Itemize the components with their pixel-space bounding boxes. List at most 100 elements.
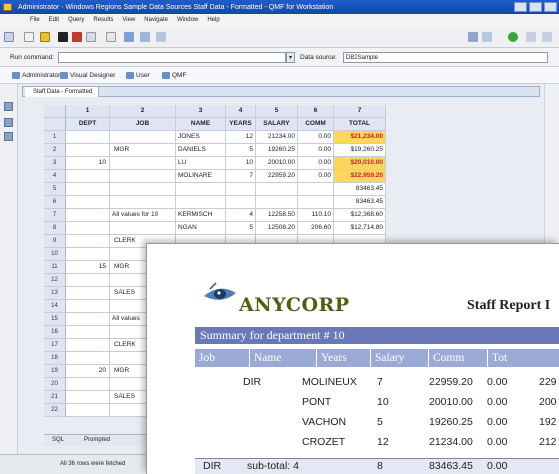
column-header-years[interactable]: YEARS — [226, 118, 256, 131]
grid-cell[interactable] — [66, 196, 110, 209]
menu-help[interactable]: Help — [207, 17, 219, 23]
menu-view[interactable]: View — [122, 17, 135, 23]
row-number[interactable]: 16 — [44, 326, 66, 339]
grid-cell[interactable]: $12,714.80 — [334, 222, 386, 235]
grid-cell[interactable]: 0.00 — [298, 131, 334, 144]
grid-cell[interactable] — [110, 157, 176, 170]
grid-cell[interactable] — [226, 183, 256, 196]
grid-cell[interactable] — [66, 313, 110, 326]
row-number[interactable]: 3 — [44, 157, 66, 170]
grid-cell[interactable]: 22959.20 — [256, 170, 298, 183]
grid-cell[interactable]: 0.00 — [298, 144, 334, 157]
row-number[interactable]: 5 — [44, 183, 66, 196]
paste-icon[interactable] — [140, 32, 150, 42]
zoom-icon[interactable] — [468, 32, 478, 42]
grid-cell[interactable] — [110, 183, 176, 196]
grid-cell[interactable] — [66, 144, 110, 157]
grid-cell[interactable]: 20010.00 — [256, 157, 298, 170]
row-number[interactable]: 1 — [44, 131, 66, 144]
close-button[interactable] — [544, 2, 557, 12]
grid-cell[interactable]: 21234.00 — [256, 131, 298, 144]
grid-cell[interactable] — [110, 196, 176, 209]
row-number[interactable]: 13 — [44, 287, 66, 300]
grid-cell[interactable] — [66, 378, 110, 391]
column-header-comm[interactable]: COMM — [298, 118, 334, 131]
grid-cell[interactable] — [66, 352, 110, 365]
grid-cell[interactable] — [66, 209, 110, 222]
grid-cell[interactable]: $22,959.20 — [334, 170, 386, 183]
grid-cell[interactable] — [66, 326, 110, 339]
grid-cell[interactable]: 5 — [226, 222, 256, 235]
datasource-select[interactable]: DB2Sample — [343, 52, 548, 63]
database-icon[interactable] — [4, 132, 13, 141]
menu-window[interactable]: Window — [177, 17, 198, 23]
print-icon[interactable] — [72, 32, 82, 42]
row-number[interactable]: 6 — [44, 196, 66, 209]
column-header-job[interactable]: JOB — [110, 118, 176, 131]
menu-navigate[interactable]: Navigate — [144, 17, 168, 23]
row-number[interactable]: 2 — [44, 144, 66, 157]
row-number[interactable]: 14 — [44, 300, 66, 313]
open-icon[interactable] — [24, 32, 34, 42]
more-icon[interactable] — [542, 32, 552, 42]
grid-cell[interactable] — [110, 222, 176, 235]
perspective-3[interactable]: QMF — [162, 72, 186, 79]
grid-cell[interactable] — [256, 183, 298, 196]
row-number[interactable]: 10 — [44, 248, 66, 261]
nav-icon[interactable] — [482, 32, 492, 42]
new-icon[interactable] — [4, 32, 14, 42]
column-header-name[interactable]: NAME — [176, 118, 226, 131]
folder-icon[interactable] — [40, 32, 50, 42]
tab-prompted[interactable]: Prompted — [84, 437, 110, 443]
run-icon[interactable] — [508, 32, 518, 42]
grid-cell[interactable]: 206.60 — [298, 222, 334, 235]
grid-cell[interactable] — [256, 196, 298, 209]
grid-cell[interactable] — [66, 339, 110, 352]
perspective-2[interactable]: User — [126, 72, 150, 79]
grid-cell[interactable]: 5 — [226, 144, 256, 157]
tab-staff-data[interactable]: Staff Data - Formatted — [25, 87, 100, 97]
grid-cell[interactable]: 4 — [226, 209, 256, 222]
grid-cell[interactable]: $20,010.00 — [334, 157, 386, 170]
grid-cell[interactable]: $21,234.00 — [334, 131, 386, 144]
grid-cell[interactable] — [66, 235, 110, 248]
grid-cell[interactable] — [66, 300, 110, 313]
cut-icon[interactable] — [86, 32, 96, 42]
grid-cell[interactable]: 12258.50 — [256, 209, 298, 222]
row-number[interactable]: 4 — [44, 170, 66, 183]
grid-cell[interactable] — [226, 196, 256, 209]
grid-cell[interactable] — [66, 131, 110, 144]
column-header-dept[interactable]: DEPT — [66, 118, 110, 131]
grid-cell[interactable]: MOLINARE — [176, 170, 226, 183]
undo-icon[interactable] — [156, 32, 166, 42]
explorer-icon[interactable] — [4, 102, 13, 111]
grid-cell[interactable]: LU — [176, 157, 226, 170]
tab-sql[interactable]: SQL — [52, 437, 64, 443]
row-number[interactable]: 7 — [44, 209, 66, 222]
row-number[interactable]: 22 — [44, 404, 66, 417]
grid-cell[interactable] — [66, 222, 110, 235]
grid-cell[interactable]: 19260.25 — [256, 144, 298, 157]
perspective-0[interactable]: Administrator — [12, 72, 60, 79]
grid-cell[interactable]: 0.00 — [298, 170, 334, 183]
row-number[interactable]: 11 — [44, 261, 66, 274]
grid-cell[interactable]: $12,368.60 — [334, 209, 386, 222]
grid-cell[interactable] — [110, 170, 176, 183]
repository-icon[interactable] — [4, 118, 13, 127]
row-number[interactable]: 18 — [44, 352, 66, 365]
row-number[interactable]: 9 — [44, 235, 66, 248]
column-header-total[interactable]: TOTAL — [334, 118, 386, 131]
grid-cell[interactable]: NGAN — [176, 222, 226, 235]
save-icon[interactable] — [58, 32, 68, 42]
settings-icon[interactable] — [526, 32, 536, 42]
grid-cell[interactable]: JONES — [176, 131, 226, 144]
column-header-salary[interactable]: SALARY — [256, 118, 298, 131]
menu-query[interactable]: Query — [68, 17, 84, 23]
grid-cell[interactable]: 110.10 — [298, 209, 334, 222]
grid-cell[interactable] — [298, 196, 334, 209]
grid-cell[interactable]: KERMISCH — [176, 209, 226, 222]
grid-cell[interactable] — [66, 287, 110, 300]
row-number[interactable]: 15 — [44, 313, 66, 326]
grid-cell[interactable] — [66, 274, 110, 287]
grid-cell[interactable] — [176, 196, 226, 209]
